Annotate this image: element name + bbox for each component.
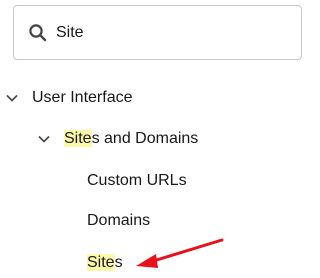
annotation-arrow-icon [136, 238, 224, 268]
setup-quick-find-panel: User Interface Sites and Domains Custom … [0, 0, 306, 278]
